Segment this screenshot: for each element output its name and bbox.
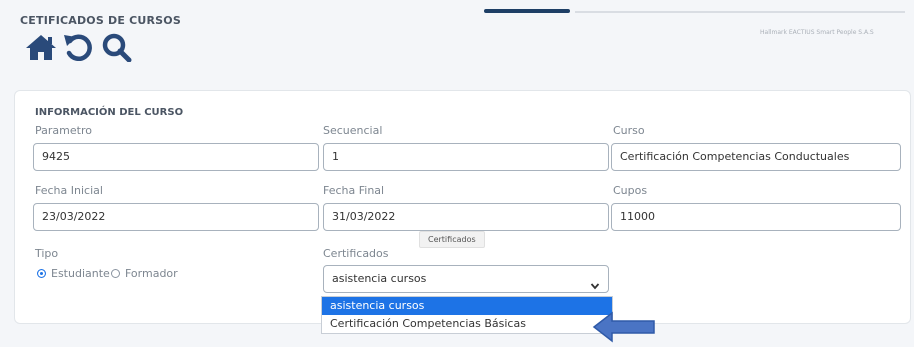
- cupos-label: Cupos: [613, 184, 648, 197]
- certificados-label: Certificados: [323, 247, 389, 260]
- cupos-field[interactable]: 11000: [611, 203, 901, 231]
- undo-icon[interactable]: [62, 32, 96, 62]
- radio-formador[interactable]: Formador: [111, 267, 178, 280]
- pointer-arrow-icon: [592, 311, 656, 343]
- search-icon[interactable]: [100, 32, 134, 63]
- active-tab-indicator: [484, 9, 570, 13]
- company-meta-text: Hallmark EACTIUS Smart People S.A.S: [760, 29, 874, 36]
- top-divider: [575, 11, 905, 13]
- certificados-selected-value: asistencia cursos: [332, 272, 427, 285]
- dropdown-option[interactable]: asistencia cursos: [322, 297, 612, 315]
- home-icon[interactable]: [24, 32, 58, 62]
- course-info-card: INFORMACIÓN DEL CURSO Parametro 9425 Sec…: [14, 90, 911, 324]
- secuencial-field[interactable]: 1: [323, 143, 609, 171]
- secuencial-label: Secuencial: [323, 124, 383, 137]
- radio-estudiante-label: Estudiante: [51, 267, 110, 280]
- certificados-tooltip: Certificados: [419, 231, 485, 248]
- parametro-field[interactable]: 9425: [33, 143, 319, 171]
- fecha-inicial-field[interactable]: 23/03/2022: [33, 203, 319, 231]
- fecha-final-label: Fecha Final: [323, 184, 385, 197]
- chevron-down-icon: [590, 275, 600, 290]
- radio-button[interactable]: [111, 269, 120, 278]
- toolbar-icons: [24, 32, 134, 63]
- curso-field[interactable]: Certificación Competencias Conductuales: [611, 143, 901, 171]
- fecha-final-field[interactable]: 31/03/2022: [323, 203, 609, 231]
- page-title: CETIFICADOS DE CURSOS: [20, 14, 181, 27]
- certificados-dropdown-list: asistencia cursos Certificación Competen…: [321, 296, 613, 334]
- dropdown-option[interactable]: Certificación Competencias Básicas: [322, 315, 612, 333]
- radio-formador-label: Formador: [125, 267, 178, 280]
- certificados-select[interactable]: asistencia cursos: [323, 265, 609, 293]
- fecha-inicial-label: Fecha Inicial: [35, 184, 103, 197]
- tipo-label: Tipo: [35, 247, 59, 260]
- parametro-label: Parametro: [35, 124, 92, 137]
- radio-button-selected[interactable]: [37, 269, 46, 278]
- curso-label: Curso: [613, 124, 645, 137]
- section-title: INFORMACIÓN DEL CURSO: [35, 107, 184, 118]
- radio-estudiante[interactable]: Estudiante: [37, 267, 110, 280]
